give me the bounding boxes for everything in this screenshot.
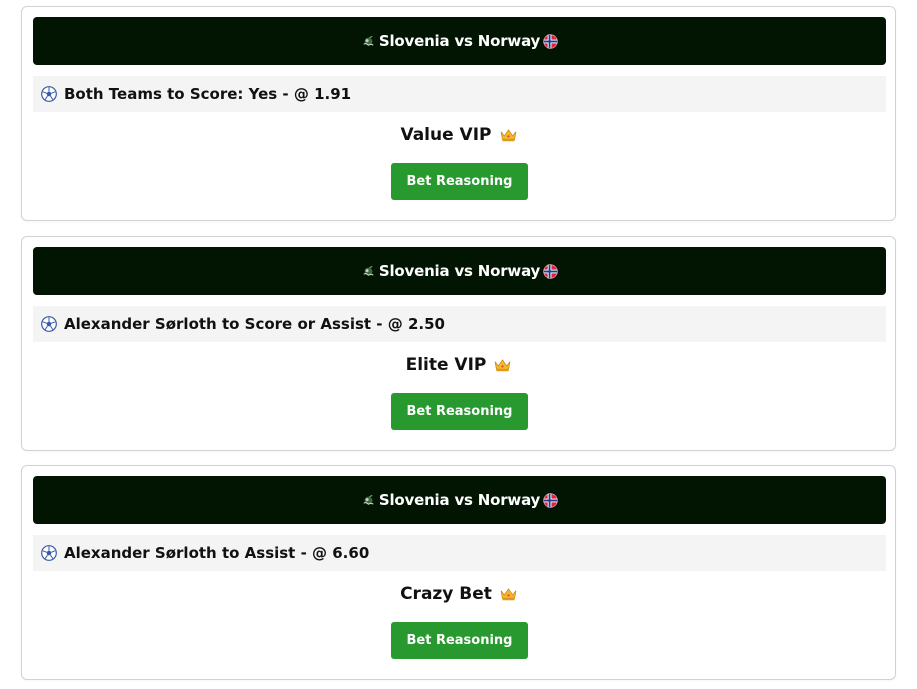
crown-icon [495, 359, 511, 372]
bet-card: Slovenia vs Norway Alexander Sørloth to … [21, 465, 896, 680]
bet-reasoning-button[interactable]: Bet Reasoning [391, 163, 528, 200]
match-title: Slovenia vs Norway [378, 262, 541, 280]
match-title: Slovenia vs Norway [378, 32, 541, 50]
bet-reasoning-button[interactable]: Bet Reasoning [391, 622, 528, 659]
soccer-ball-icon [41, 86, 57, 102]
tier-label-row: Value VIP [22, 123, 895, 147]
bet-selection: Alexander Sørloth to Assist - @ 6.60 [33, 535, 886, 571]
soccer-ball-icon [41, 545, 57, 561]
norway-flag-icon [543, 33, 558, 49]
bet-reasoning-button[interactable]: Bet Reasoning [391, 393, 528, 430]
tier-label: Elite VIP [405, 355, 487, 375]
crown-icon [500, 129, 516, 142]
norway-flag-icon [543, 492, 558, 508]
match-header: Slovenia vs Norway [33, 17, 886, 65]
tier-label: Value VIP [400, 125, 492, 145]
crown-icon [500, 588, 517, 601]
bet-text: Alexander Sørloth to Score or Assist - @… [64, 315, 445, 333]
bet-text: Both Teams to Score: Yes - @ 1.91 [64, 85, 352, 103]
match-title: Slovenia vs Norway [378, 491, 541, 509]
bet-card: Slovenia vs Norway Alexander Sørloth to … [21, 236, 896, 451]
tier-label: Crazy Bet [400, 584, 492, 604]
tier-label-row: Crazy Bet [22, 582, 895, 606]
bet-selection: Alexander Sørloth to Score or Assist - @… [33, 306, 886, 342]
tier-label-row: Elite VIP [22, 353, 895, 377]
slovenia-badge-icon [363, 265, 374, 276]
slovenia-badge-icon [363, 494, 374, 505]
bet-text: Alexander Sørloth to Assist - @ 6.60 [64, 544, 370, 562]
norway-flag-icon [543, 263, 558, 279]
match-header: Slovenia vs Norway [33, 476, 886, 524]
bet-selection: Both Teams to Score: Yes - @ 1.91 [33, 76, 886, 112]
bet-card: Slovenia vs Norway Both Teams to Score: … [21, 6, 896, 221]
slovenia-badge-icon [363, 35, 374, 46]
soccer-ball-icon [41, 316, 57, 332]
bet-card-list: Slovenia vs Norway Both Teams to Score: … [0, 0, 917, 689]
match-header: Slovenia vs Norway [33, 247, 886, 295]
